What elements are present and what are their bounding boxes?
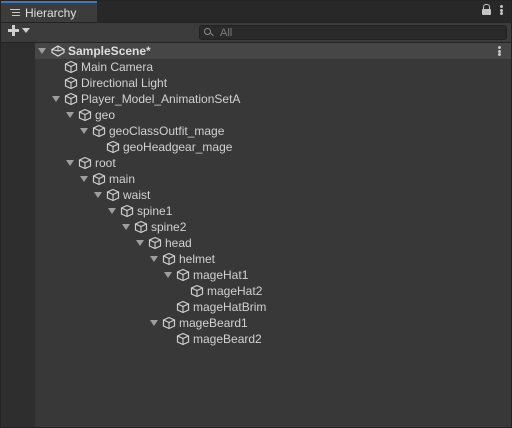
expand-arrow-icon[interactable] [108,208,116,214]
scene-menu-icon[interactable] [498,45,501,57]
gameobject-cube-icon [162,252,176,266]
expand-arrow-icon[interactable] [94,192,102,198]
gameobject-cube-icon [162,316,176,330]
tree-item-label: mageHat1 [193,268,249,282]
plus-icon [8,25,19,36]
tree-item-label: main [109,172,136,186]
tree-item-label: geoHeadgear_mage [123,140,233,154]
unity-scene-icon [51,45,65,57]
gameobject-cube-icon [64,60,78,74]
gameobject-cube-icon [106,188,120,202]
tree-item[interactable]: helmet [35,251,511,267]
tree-item[interactable]: geoHeadgear_mage [35,139,511,155]
tree-item-label: geo [95,108,116,122]
tree-item[interactable]: mageBeard2 [35,331,511,347]
expand-arrow-icon[interactable] [150,320,158,326]
tree-item[interactable]: Main Camera [35,59,511,75]
tab-bar: Hierarchy [1,1,511,23]
chevron-down-icon [22,28,30,33]
expand-arrow-icon[interactable] [38,48,46,54]
tree-item-label: spine2 [151,220,187,234]
gameobject-cube-icon [92,172,106,186]
scene-label: SampleScene* [68,44,151,58]
tree-item[interactable]: Directional Light [35,75,511,91]
tree-item-label: waist [123,188,151,202]
tab-label: Hierarchy [25,5,77,20]
kebab-menu-icon[interactable] [500,4,503,16]
tree-item[interactable]: geo [35,107,511,123]
tree-item-label: root [95,156,116,170]
gameobject-cube-icon [92,124,106,138]
gameobject-cube-icon [120,204,134,218]
tree-item[interactable]: spine1 [35,203,511,219]
tab-tools [482,4,503,16]
search-field[interactable] [199,25,507,40]
tree-item-label: helmet [179,252,216,266]
tree-item[interactable]: geoClassOutfit_mage [35,123,511,139]
expand-arrow-icon[interactable] [150,256,158,262]
tree-item-label: head [165,236,192,250]
gameobject-cube-icon [190,284,204,298]
tree-item-label: mageBeard1 [179,316,248,330]
expand-arrow-icon[interactable] [52,96,60,102]
hierarchy-tree: SampleScene* Main Camera Directional Ligh… [35,43,511,427]
create-button[interactable] [8,25,30,36]
left-gutter [1,43,35,427]
lock-icon[interactable] [482,4,491,16]
search-input[interactable] [220,26,480,39]
gameobject-cube-icon [78,108,92,122]
scene-row[interactable]: SampleScene* [35,43,511,59]
expand-arrow-icon[interactable] [80,176,88,182]
tree-item[interactable]: spine2 [35,219,511,235]
tree-item-label: mageHatBrim [193,300,267,314]
expand-arrow-icon[interactable] [80,128,88,134]
gameobject-cube-icon [148,236,162,250]
gameobject-cube-icon [106,140,120,154]
gameobject-cube-icon [64,76,78,90]
expand-arrow-icon[interactable] [66,160,74,166]
hierarchy-window: Hierarchy SampleScene* Main Camera Direct… [0,0,512,428]
hierarchy-list-icon [10,8,20,17]
tree-item[interactable]: Player_Model_AnimationSetA [35,91,511,107]
tree-item[interactable]: waist [35,187,511,203]
tree-item-label: geoClassOutfit_mage [109,124,225,138]
gameobject-cube-icon [134,220,148,234]
tree-item-label: Main Camera [81,60,154,74]
tree-item[interactable]: main [35,171,511,187]
tree-item-label: Player_Model_AnimationSetA [81,92,241,106]
tree-item[interactable]: mageHat1 [35,267,511,283]
gameobject-cube-icon [176,332,190,346]
expand-arrow-icon[interactable] [66,112,74,118]
tree-item-label: mageBeard2 [193,332,262,346]
tree-item-label: spine1 [137,204,173,218]
tree-item-label: Directional Light [81,76,168,90]
hierarchy-toolbar [1,23,511,43]
gameobject-cube-icon [176,268,190,282]
tab-hierarchy[interactable]: Hierarchy [1,1,97,22]
expand-arrow-icon[interactable] [122,224,130,230]
tree-item[interactable]: root [35,155,511,171]
gameobject-cube-icon [78,156,92,170]
tree-item[interactable]: mageHat2 [35,283,511,299]
search-icon [204,28,216,37]
gameobject-cube-icon [64,92,78,106]
tree-item[interactable]: mageHatBrim [35,299,511,315]
tree-item[interactable]: mageBeard1 [35,315,511,331]
expand-arrow-icon[interactable] [164,272,172,278]
expand-arrow-icon[interactable] [136,240,144,246]
gameobject-cube-icon [176,300,190,314]
tree-item-label: mageHat2 [207,284,263,298]
tree-item[interactable]: head [35,235,511,251]
